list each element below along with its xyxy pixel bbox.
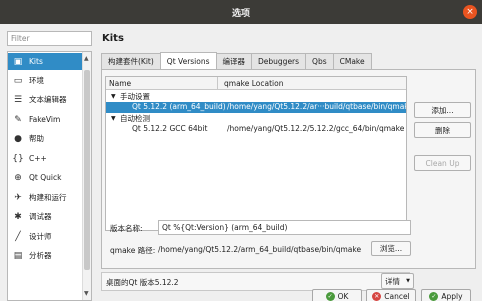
sidebar-item-fakevim[interactable]: ✎ FakeVim bbox=[8, 111, 82, 128]
row-name: 手动设置 bbox=[120, 92, 150, 101]
tree-row-manual[interactable]: ▼ 手动设置 bbox=[106, 91, 406, 102]
scrollbar-thumb[interactable] bbox=[84, 70, 90, 270]
sidebar-item-label: FakeVim bbox=[29, 115, 61, 124]
sidebar-item-label: 文本编辑器 bbox=[29, 95, 67, 104]
version-name-field[interactable]: Qt %{Qt:Version} (arm_64_build) bbox=[158, 220, 411, 235]
check-icon: ✓ bbox=[325, 291, 335, 301]
column-name[interactable]: Name bbox=[109, 79, 131, 88]
page-title: Kits bbox=[102, 33, 124, 44]
tab-qbs[interactable]: Qbs bbox=[305, 53, 334, 69]
sidebar-item-qtquick[interactable]: ⊕ Qt Quick bbox=[8, 169, 82, 186]
qmake-path-label: qmake 路径: bbox=[110, 246, 156, 255]
sidebar-item-analyzer[interactable]: ▤ 分析器 bbox=[8, 247, 82, 264]
sidebar-item-kits[interactable]: ▣ Kits bbox=[8, 53, 82, 70]
sidebar-item-designer[interactable]: ╱ 设计师 bbox=[8, 228, 82, 245]
designer-icon: ╱ bbox=[15, 231, 21, 242]
column-location[interactable]: qmake Location bbox=[224, 79, 283, 88]
sidebar-item-environment[interactable]: ▭ 环境 bbox=[8, 72, 82, 89]
cancel-icon: ✕ bbox=[372, 291, 382, 301]
apply-button[interactable]: ✓ Apply bbox=[421, 289, 471, 301]
remove-button[interactable]: 删除 bbox=[414, 122, 471, 138]
qmake-path-value: /home/yang/Qt5.12.2/arm_64_build/qtbase/… bbox=[158, 245, 362, 254]
tab-debuggers[interactable]: Debuggers bbox=[251, 53, 307, 69]
sidebar-item-label: Kits bbox=[29, 57, 43, 66]
chevron-down-icon: ▼ bbox=[406, 278, 410, 284]
tree-header: Name qmake Location bbox=[106, 77, 406, 90]
qt-info-text: 桌面的Qt 版本5.12.2 bbox=[106, 278, 179, 287]
column-divider bbox=[217, 77, 218, 90]
expand-icon[interactable]: ▼ bbox=[111, 93, 116, 100]
details-label: 详情 bbox=[385, 276, 400, 286]
apply-label: Apply bbox=[441, 291, 463, 301]
text-editor-icon: ☰ bbox=[13, 94, 23, 105]
scroll-down-icon[interactable]: ▼ bbox=[84, 290, 89, 297]
tab-kits[interactable]: 构建套件(Kit) bbox=[101, 53, 161, 69]
cancel-button[interactable]: ✕ Cancel bbox=[366, 289, 416, 301]
sidebar-item-build-run[interactable]: ✈ 构建和运行 bbox=[8, 189, 82, 206]
sidebar-item-label: 设计师 bbox=[29, 232, 52, 241]
cpp-icon: {} bbox=[12, 153, 24, 164]
ok-label: OK bbox=[337, 291, 349, 301]
check-icon: ✓ bbox=[429, 291, 439, 301]
sidebar-item-label: 帮助 bbox=[29, 134, 44, 143]
row-name: 自动检测 bbox=[120, 114, 150, 123]
sidebar-item-debugger[interactable]: ✱ 调试器 bbox=[8, 208, 82, 225]
monitor-icon: ▭ bbox=[13, 75, 23, 86]
tab-bar: 构建套件(Kit) Qt Versions 编译器 Debuggers Qbs … bbox=[101, 52, 372, 69]
row-name: Qt 5.12.2 GCC 64bit bbox=[132, 124, 208, 133]
sidebar-item-cpp[interactable]: {} C++ bbox=[8, 150, 82, 167]
sidebar-item-label: 分析器 bbox=[29, 251, 52, 260]
sidebar-item-label: C++ bbox=[29, 154, 47, 163]
expand-icon[interactable]: ▼ bbox=[111, 115, 116, 122]
qtquick-icon: ⊕ bbox=[14, 172, 22, 183]
close-icon[interactable]: × bbox=[463, 5, 477, 19]
row-name: Qt 5.12.2 (arm_64_build) bbox=[132, 102, 226, 111]
analyzer-icon: ▤ bbox=[13, 250, 23, 261]
kits-icon: ▣ bbox=[13, 56, 23, 67]
tab-qt-versions[interactable]: Qt Versions bbox=[159, 52, 217, 69]
title-bar: 选项 × bbox=[0, 0, 482, 24]
tree-row-qt-gcc64[interactable]: Qt 5.12.2 GCC 64bit /home/yang/Qt5.12.2/… bbox=[106, 124, 406, 135]
ok-button[interactable]: ✓ OK bbox=[312, 289, 362, 301]
options-dialog: Filter ▣ Kits ▭ 环境 ☰ 文本编辑器 ✎ FakeVim ● 帮… bbox=[0, 24, 482, 301]
sidebar-item-label: 环境 bbox=[29, 76, 44, 85]
tab-cmake[interactable]: CMake bbox=[332, 53, 372, 69]
sidebar-item-label: Qt Quick bbox=[29, 173, 62, 182]
details-button[interactable]: 详情 ▼ bbox=[381, 273, 414, 289]
add-button[interactable]: 添加... bbox=[414, 102, 471, 118]
qt-info-bar: 桌面的Qt 版本5.12.2 bbox=[101, 272, 410, 291]
row-location: /home/yang/Qt5.12.2/ar···build/qtbase/bi… bbox=[227, 102, 407, 111]
sidebar-item-text-editor[interactable]: ☰ 文本编辑器 bbox=[8, 91, 82, 108]
qt-versions-panel: Name qmake Location ▼ 手动设置 Qt 5.12.2 (ar… bbox=[101, 69, 476, 269]
cleanup-button[interactable]: Clean Up bbox=[414, 155, 471, 171]
cancel-label: Cancel bbox=[384, 291, 410, 301]
row-location: /home/yang/Qt5.12.2/5.12.2/gcc_64/bin/qm… bbox=[227, 124, 405, 133]
build-run-icon: ✈ bbox=[14, 192, 22, 203]
sidebar-item-help[interactable]: ● 帮助 bbox=[8, 130, 82, 147]
help-icon: ● bbox=[14, 133, 22, 144]
sidebar-scrollbar[interactable]: ▲ ▼ bbox=[82, 52, 91, 300]
filter-input[interactable]: Filter bbox=[7, 31, 92, 46]
debugger-icon: ✱ bbox=[14, 211, 22, 222]
category-list[interactable]: ▣ Kits ▭ 环境 ☰ 文本编辑器 ✎ FakeVim ● 帮助 {} C+… bbox=[7, 51, 92, 301]
version-name-label: 版本名称: bbox=[110, 224, 143, 233]
tree-row-qt-arm64[interactable]: Qt 5.12.2 (arm_64_build) /home/yang/Qt5.… bbox=[106, 102, 406, 113]
browse-button[interactable]: 浏览... bbox=[371, 241, 411, 256]
fakevim-icon: ✎ bbox=[14, 114, 22, 125]
qt-versions-tree[interactable]: Name qmake Location ▼ 手动设置 Qt 5.12.2 (ar… bbox=[105, 76, 407, 231]
sidebar-item-label: 构建和运行 bbox=[29, 193, 67, 202]
scroll-up-icon[interactable]: ▲ bbox=[84, 55, 89, 62]
version-details: 版本名称: Qt %{Qt:Version} (arm_64_build) qm… bbox=[105, 212, 471, 262]
tree-row-auto[interactable]: ▼ 自动检测 bbox=[106, 113, 406, 124]
window-title: 选项 bbox=[231, 9, 250, 19]
sidebar-item-label: 调试器 bbox=[29, 212, 52, 221]
tab-compilers[interactable]: 编译器 bbox=[215, 53, 253, 69]
